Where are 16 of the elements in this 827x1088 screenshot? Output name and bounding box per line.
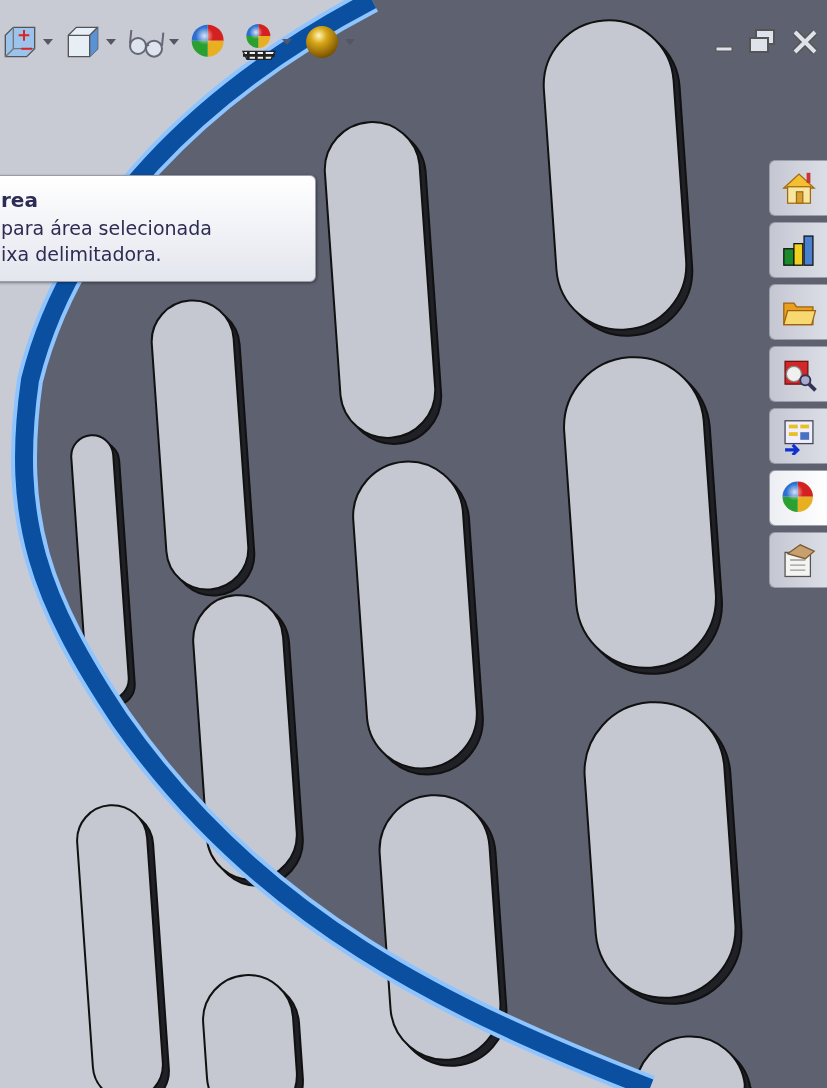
caret-icon	[169, 39, 179, 45]
task-pane-tab[interactable]	[769, 408, 827, 464]
tooltip-title: rea	[1, 188, 39, 212]
close-icon	[791, 28, 819, 56]
task-pane-tab[interactable]	[769, 346, 827, 402]
task-pane-tab[interactable]	[769, 470, 827, 526]
close-button[interactable]	[791, 28, 819, 56]
restore-icon	[747, 28, 777, 56]
caret-icon	[43, 39, 53, 45]
tooltip-text: para área selecionada ixa delimitadora.	[1, 216, 213, 267]
caret-icon	[282, 39, 292, 45]
task-pane-tab[interactable]	[769, 222, 827, 278]
task-pane-tab[interactable]	[769, 532, 827, 588]
caret-icon	[106, 39, 116, 45]
minimize-icon	[715, 46, 733, 52]
restore-button[interactable]	[747, 28, 777, 56]
